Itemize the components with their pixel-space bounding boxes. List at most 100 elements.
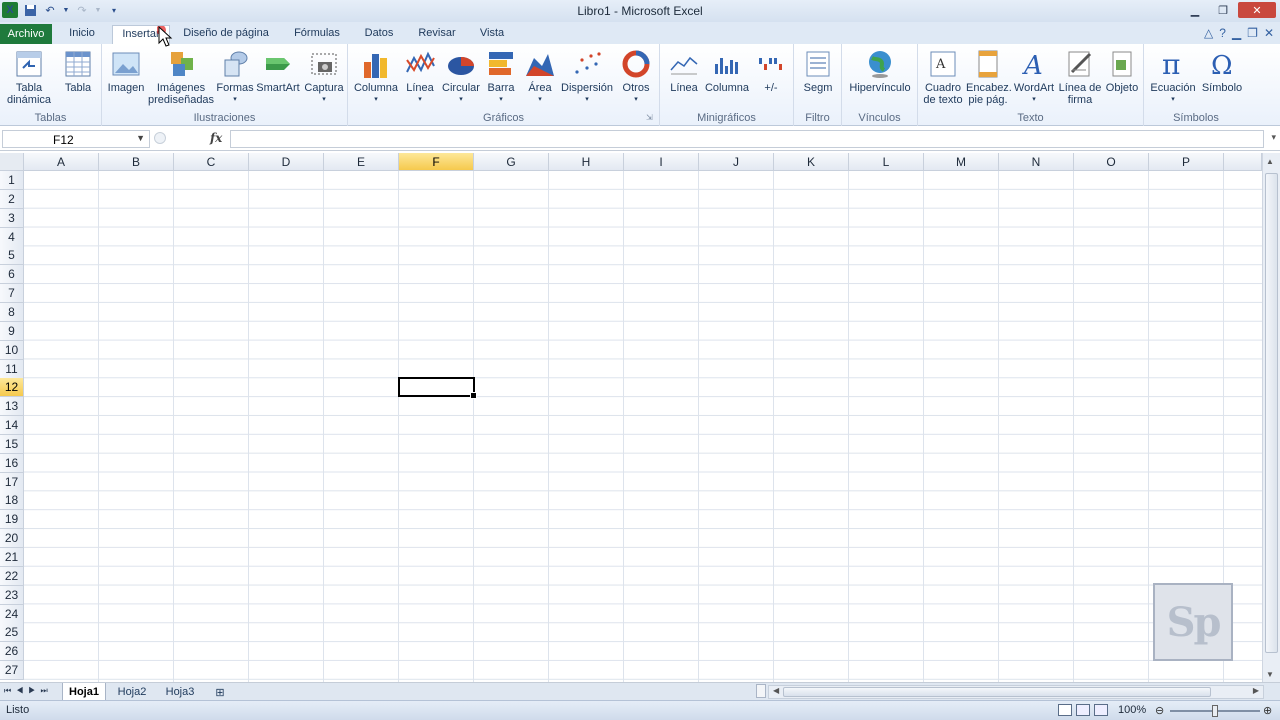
row-header-10[interactable]: 10 — [0, 340, 24, 360]
column-header-l[interactable]: L — [849, 153, 924, 171]
tab-formulas[interactable]: Fórmulas — [288, 25, 346, 44]
column-header-f[interactable]: F — [399, 153, 474, 171]
cuadro-texto-button[interactable]: A Cuadro de texto — [920, 48, 966, 106]
doc-close-icon[interactable]: ✕ — [1264, 26, 1274, 40]
close-button[interactable]: ✕ — [1238, 2, 1276, 18]
sheet-tab-hoja2[interactable]: Hoja2 — [110, 683, 154, 701]
minimize-button[interactable]: ▁ — [1182, 2, 1208, 18]
columna-chart-button[interactable]: Columna ▾ — [352, 48, 400, 106]
row-header-9[interactable]: 9 — [0, 321, 24, 341]
tab-datos[interactable]: Datos — [358, 25, 400, 44]
sheet-tab-hoja1[interactable]: Hoja1 — [62, 683, 106, 701]
zoom-out-icon[interactable]: ⊖ — [1155, 704, 1164, 717]
column-header-a[interactable]: A — [24, 153, 99, 171]
smartart-button[interactable]: SmartArt — [256, 48, 300, 94]
row-header-16[interactable]: 16 — [0, 453, 24, 473]
tab-vista[interactable]: Vista — [474, 25, 510, 44]
tab-revisar[interactable]: Revisar — [412, 25, 462, 44]
column-header-j[interactable]: J — [699, 153, 774, 171]
dispersion-chart-button[interactable]: Dispersión ▾ — [560, 48, 614, 106]
vertical-scrollbar[interactable]: ▲ ▼ — [1262, 153, 1280, 683]
row-header-20[interactable]: 20 — [0, 529, 24, 549]
column-header-b[interactable]: B — [99, 153, 174, 171]
objeto-button[interactable]: Objeto — [1102, 48, 1142, 94]
column-header-o[interactable]: O — [1074, 153, 1149, 171]
sparkline-linea-button[interactable]: Línea — [666, 48, 702, 94]
column-header-h[interactable]: H — [549, 153, 624, 171]
zoom-level[interactable]: 100% — [1118, 704, 1146, 716]
wordart-button[interactable]: A WordArt ▾ — [1012, 48, 1056, 106]
formula-input[interactable] — [230, 130, 1264, 148]
tab-archivo[interactable]: Archivo — [0, 24, 52, 44]
row-header-2[interactable]: 2 — [0, 189, 24, 209]
minimize-ribbon-icon[interactable]: △ — [1204, 26, 1213, 40]
row-header-19[interactable]: 19 — [0, 510, 24, 530]
column-header-partial[interactable] — [1224, 153, 1262, 171]
row-header-24[interactable]: 24 — [0, 604, 24, 624]
imagenes-prediseniadas-button[interactable]: Imágenes prediseñadas — [148, 48, 214, 106]
row-header-21[interactable]: 21 — [0, 548, 24, 567]
area-chart-button[interactable]: Área ▾ — [522, 48, 558, 106]
sheet-tab-hoja3[interactable]: Hoja3 — [158, 683, 202, 701]
column-header-p[interactable]: P — [1149, 153, 1224, 171]
doc-minimize-icon[interactable]: ▁ — [1232, 26, 1241, 40]
select-all-corner[interactable] — [0, 153, 24, 171]
column-header-i[interactable]: I — [624, 153, 699, 171]
imagen-button[interactable]: Imagen — [106, 48, 146, 94]
row-header-14[interactable]: 14 — [0, 416, 24, 436]
maximize-button[interactable]: ❐ — [1210, 2, 1236, 18]
insert-function-icon[interactable]: fx — [210, 131, 222, 145]
row-header-13[interactable]: 13 — [0, 397, 24, 417]
scroll-down-icon[interactable]: ▼ — [1266, 670, 1274, 679]
encabezado-button[interactable]: Encabez. pie pág. — [966, 48, 1012, 106]
name-box[interactable]: F12 ▼ — [2, 130, 150, 148]
captura-button[interactable]: Captura ▾ — [302, 48, 346, 106]
column-header-c[interactable]: C — [174, 153, 249, 171]
row-header-6[interactable]: 6 — [0, 265, 24, 285]
insert-sheet-icon[interactable]: ⊞ — [208, 683, 232, 701]
segmentacion-button[interactable]: Segm — [798, 48, 838, 94]
row-header-7[interactable]: 7 — [0, 284, 24, 304]
row-header-17[interactable]: 17 — [0, 472, 24, 492]
barra-chart-button[interactable]: Barra ▾ — [484, 48, 518, 106]
row-header-5[interactable]: 5 — [0, 246, 24, 266]
column-header-g[interactable]: G — [474, 153, 549, 171]
ecuacion-button[interactable]: π Ecuación ▾ — [1148, 48, 1198, 106]
linea-chart-button[interactable]: Línea ▾ — [402, 48, 438, 106]
zoom-slider-thumb[interactable] — [1212, 705, 1218, 717]
row-header-23[interactable]: 23 — [0, 585, 24, 605]
row-header-3[interactable]: 3 — [0, 208, 24, 228]
tab-split-handle[interactable] — [756, 684, 766, 698]
row-header-27[interactable]: 27 — [0, 661, 24, 681]
sparkline-columna-button[interactable]: Columna — [704, 48, 750, 94]
vertical-scroll-thumb[interactable] — [1265, 173, 1278, 653]
row-header-15[interactable]: 15 — [0, 434, 24, 454]
help-icon[interactable]: ? — [1219, 26, 1226, 40]
scroll-up-icon[interactable]: ▲ — [1266, 157, 1274, 166]
tab-inicio[interactable]: Inicio — [60, 25, 104, 44]
column-header-e[interactable]: E — [324, 153, 399, 171]
horizontal-scroll-thumb[interactable] — [783, 687, 1211, 697]
tab-diseno-pagina[interactable]: Diseño de página — [178, 25, 274, 44]
name-box-dropdown-icon[interactable]: ▼ — [136, 133, 145, 143]
doc-restore-icon[interactable]: ❐ — [1247, 26, 1258, 40]
row-header-25[interactable]: 25 — [0, 623, 24, 643]
row-header-26[interactable]: 26 — [0, 642, 24, 662]
horizontal-scrollbar[interactable]: ◀ ▶ — [768, 685, 1264, 699]
graficos-dialog-launcher-icon[interactable]: ⇲ — [646, 113, 653, 122]
selected-cell-f12[interactable] — [398, 377, 477, 399]
row-header-8[interactable]: 8 — [0, 302, 24, 322]
page-layout-view-icon[interactable] — [1076, 704, 1090, 716]
expand-circle-icon[interactable] — [154, 132, 166, 144]
worksheet-grid[interactable] — [24, 171, 1262, 682]
linea-firma-button[interactable]: Línea de firma — [1058, 48, 1102, 106]
column-header-m[interactable]: M — [924, 153, 999, 171]
row-header-22[interactable]: 22 — [0, 566, 24, 586]
column-header-n[interactable]: N — [999, 153, 1074, 171]
row-header-1[interactable]: 1 — [0, 171, 24, 190]
row-header-4[interactable]: 4 — [0, 227, 24, 247]
page-break-view-icon[interactable] — [1094, 704, 1108, 716]
scroll-right-icon[interactable]: ▶ — [1253, 686, 1259, 695]
sparkline-winloss-button[interactable]: +/- — [754, 48, 788, 94]
column-header-k[interactable]: K — [774, 153, 849, 171]
